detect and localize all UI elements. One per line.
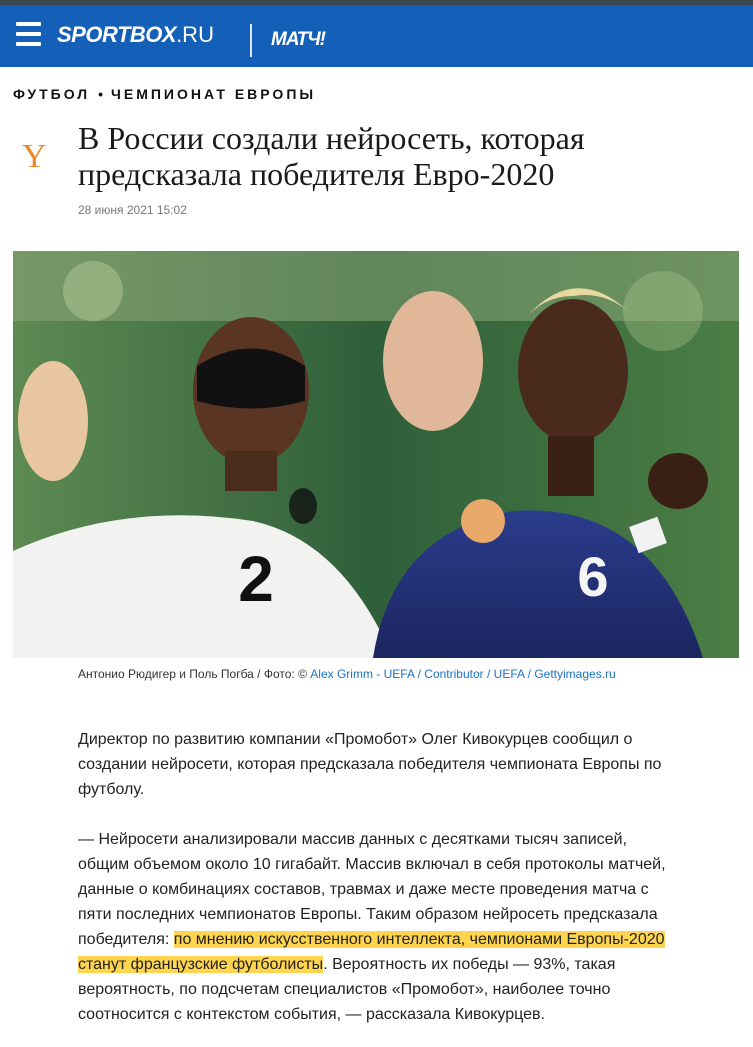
- header-divider: [250, 24, 252, 57]
- breadcrumb: ФУТБОЛ • ЧЕМПИОНАТ ЕВРОПЫ: [13, 86, 316, 102]
- article-paragraph-1: Директор по развитию компании «Промобот»…: [78, 731, 662, 798]
- breadcrumb-item-euro[interactable]: ЧЕМПИОНАТ ЕВРОПЫ: [111, 86, 316, 102]
- photo-caption: Антонио Рюдигер и Поль Погба / Фото: © A…: [78, 667, 616, 681]
- author-logo[interactable]: Y: [22, 138, 47, 176]
- match-logo[interactable]: МАТЧ!: [271, 29, 326, 51]
- sportbox-logo[interactable]: SPORTBOX.RU: [57, 22, 214, 48]
- right-jersey-number: 6: [577, 545, 608, 608]
- photo-credit-link[interactable]: Alex Grimm - UEFA / Contributor / UEFA /…: [310, 667, 615, 681]
- menu-icon[interactable]: [16, 22, 41, 49]
- sportbox-logo-main: SPORTBOX: [57, 22, 177, 47]
- article-photo[interactable]: 2 6: [13, 251, 739, 658]
- breadcrumb-item-football[interactable]: ФУТБОЛ: [13, 86, 90, 102]
- left-jersey-number: 2: [238, 543, 274, 615]
- photo-caption-text: Антонио Рюдигер и Поль Погба / Фото: ©: [78, 667, 307, 681]
- sportbox-logo-suffix: .RU: [176, 22, 214, 47]
- article-paragraph-2: — Нейросети анализировали массив данных …: [78, 827, 678, 1027]
- photo-illustration: 2 6: [13, 251, 739, 658]
- article-title: В России создали нейросеть, которая пред…: [78, 120, 585, 192]
- breadcrumb-separator: •: [98, 86, 104, 102]
- site-header: SPORTBOX.RU МАТЧ!: [0, 5, 753, 67]
- article-date: 28 июня 2021 15:02: [78, 203, 187, 217]
